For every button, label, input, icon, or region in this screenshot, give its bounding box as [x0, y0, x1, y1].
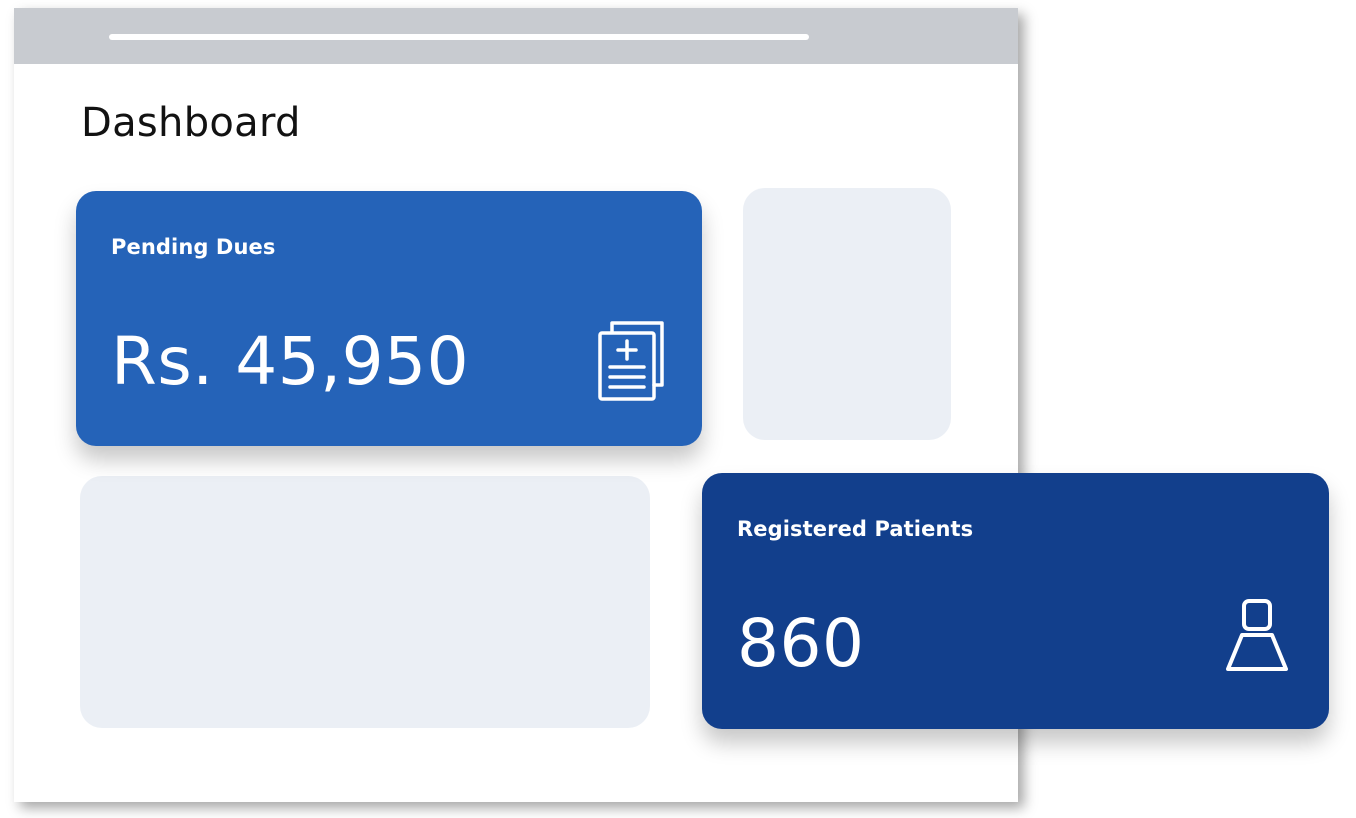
- pending-dues-label: Pending Dues: [111, 235, 276, 259]
- page-title: Dashboard: [81, 100, 301, 146]
- address-bar[interactable]: [109, 34, 809, 40]
- placeholder-card-small: [743, 188, 951, 440]
- window-titlebar: [14, 8, 1018, 64]
- medical-documents-icon: [598, 321, 664, 401]
- placeholder-card-large: [80, 476, 650, 728]
- registered-patients-value: 860: [737, 605, 865, 682]
- pending-dues-card[interactable]: Pending Dues Rs. 45,950: [76, 191, 702, 446]
- pending-dues-value: Rs. 45,950: [111, 323, 470, 400]
- user-icon: [1226, 599, 1288, 671]
- registered-patients-label: Registered Patients: [737, 517, 974, 541]
- registered-patients-card[interactable]: Registered Patients 860: [702, 473, 1329, 729]
